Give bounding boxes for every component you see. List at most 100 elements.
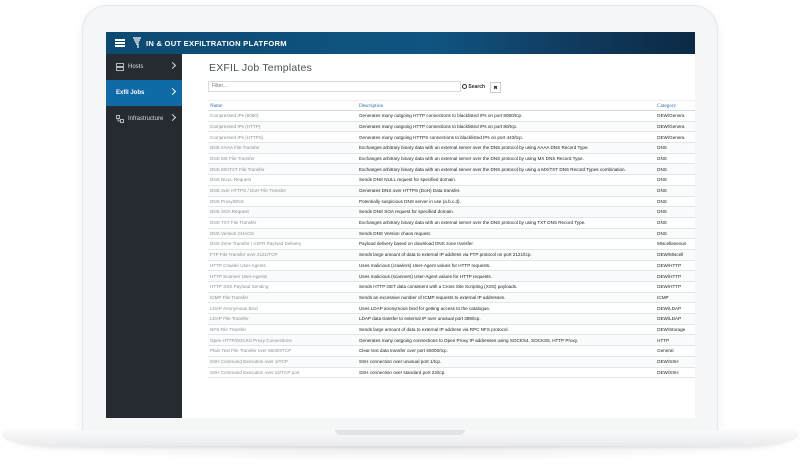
row-name-cell[interactable]: Compressed IPs (8080) <box>208 110 357 122</box>
row-description-cell: Generates DNS over HTTPS (DoH) Data tran… <box>356 185 656 197</box>
row-description-cell: Potentially suspicious DNS server in use… <box>356 196 656 208</box>
bookmark-button[interactable] <box>490 82 501 93</box>
table-row[interactable]: Open HTTP/SOCKS Proxy Connections Generat… <box>208 334 695 347</box>
laptop-notch <box>335 430 465 435</box>
row-description-cell: Uses malicious (scanners) User-Agent val… <box>356 270 656 282</box>
row-name-cell[interactable]: LDAP Anonymous Bind <box>208 302 357 315</box>
row-category-cell: DEW/Genera <box>655 121 695 133</box>
table-row[interactable]: DNS NULL Request Sends DNS NULL request f… <box>208 174 695 186</box>
row-category-cell: DEW/HTTP <box>655 281 695 293</box>
row-name-cell[interactable]: Compressed IPs (HTTP) <box>208 121 357 133</box>
row-name-cell[interactable]: DNS Proxy/DNS <box>208 196 357 208</box>
sidebar: Hosts Exfil Jobs Infrastructure <box>106 54 182 418</box>
row-name-cell[interactable]: DNS MX/TXT File Transfer <box>208 163 357 176</box>
search-button-label: Search <box>468 83 486 90</box>
row-category-cell: DNS <box>655 153 695 165</box>
row-name-cell[interactable]: Plain Text File Transfer over 65000/TCP <box>208 345 357 357</box>
sidebar-item-exfil-jobs[interactable]: Exfil Jobs <box>106 80 182 106</box>
row-description-cell: Generates many outgoing connections to O… <box>356 334 656 347</box>
row-category-cell: DEW/Genera <box>655 110 695 122</box>
sidebar-item-label: Hosts <box>128 64 144 70</box>
row-name-cell[interactable]: NFS File Transfer <box>208 324 357 336</box>
row-name-cell[interactable]: ICMP File Transfer <box>208 292 357 304</box>
row-description-cell: Generates many outgoing HTTP connections… <box>356 110 656 122</box>
column-header-name[interactable]: Name <box>208 100 357 111</box>
row-category-cell: DNS <box>655 163 695 176</box>
table-row[interactable]: DNS MX/TXT File Transfer Exchanges arbitr… <box>208 163 695 176</box>
main-content: EXFIL Job Templates Search Name Descript… <box>182 54 695 418</box>
row-name-cell[interactable]: DNS SOA Request <box>208 206 357 218</box>
row-name-cell[interactable]: Compressed IPs (HTTPS) <box>208 131 357 144</box>
table-row[interactable]: ICMP File Transfer Sends an excessive num… <box>208 292 695 304</box>
column-header-category[interactable]: Category <box>655 100 695 111</box>
row-category-cell: Miscellaneous <box>655 238 695 250</box>
sidebar-item-hosts[interactable]: Hosts <box>106 54 182 80</box>
search-button[interactable]: Search <box>459 81 488 92</box>
table-row[interactable]: FTP File Transfer over 2121/TCP Sends lar… <box>208 249 695 261</box>
table-row[interactable]: NFS File Transfer Sends large amount of d… <box>208 324 695 336</box>
row-description-cell: Generates many outgoing HTTP connections… <box>356 121 656 133</box>
search-icon <box>461 84 467 89</box>
table-row[interactable]: DNS AAAA File Transfer Exchanges arbitrar… <box>208 142 695 154</box>
row-category-cell: DEW/Genera <box>655 131 695 144</box>
job-templates-table: Name Description Category Compressed IPs… <box>208 100 695 379</box>
row-name-cell[interactable]: DNS TXT File Transfer <box>208 217 357 229</box>
table-row[interactable]: LDAP File Transfer LDAP data transfer to … <box>208 313 695 325</box>
table-row[interactable]: HTTP Crawler User-Agents Uses malicious (… <box>208 260 695 272</box>
table-body: Compressed IPs (8080) Generates many outg… <box>208 110 695 379</box>
row-name-cell[interactable]: SSH Command Execution over 1/TCP <box>208 356 357 368</box>
row-name-cell[interactable]: LDAP File Transfer <box>208 313 357 325</box>
table-row[interactable]: DNS Version CHAOS Sends DNS Version chaos… <box>208 228 695 240</box>
column-header-description[interactable]: Description <box>356 100 656 111</box>
row-category-cell: DNS <box>655 196 695 208</box>
row-category-cell: HTTP <box>655 334 695 347</box>
row-category-cell: DNS <box>655 185 695 197</box>
table-row[interactable]: Compressed IPs (HTTP) Generates many outg… <box>208 121 695 133</box>
table-row[interactable]: LDAP Anonymous Bind Uses LDAP anonymous b… <box>208 302 695 315</box>
row-description-cell: SSH connection over unusual port 1/tcp. <box>356 356 656 368</box>
sidebar-item-infrastructure[interactable]: Infrastructure <box>106 106 182 132</box>
filter-input[interactable] <box>208 81 461 92</box>
row-name-cell[interactable]: DNS NULL Request <box>208 174 357 186</box>
sidebar-item-label: Infrastructure <box>128 116 164 122</box>
row-description-cell: Sends DNS Version chaos request. <box>356 228 656 240</box>
table-row[interactable]: DNS Zone Transfer / AXFR Payload Deliver… <box>208 238 695 250</box>
table-row[interactable]: Compressed IPs (8080) Generates many outg… <box>208 110 695 122</box>
row-name-cell[interactable]: DNS MX File Transfer <box>208 153 357 165</box>
row-name-cell[interactable]: SSH Command Execution over 22/TCP port <box>208 367 357 379</box>
row-category-cell: DEW/SSH <box>655 367 695 379</box>
funnel-logo-icon <box>133 37 141 48</box>
row-description-cell: Generates many outgoing HTTPS connection… <box>356 131 656 144</box>
row-description-cell: Payload delivery based on download DNS z… <box>356 238 656 250</box>
table-row[interactable]: SSH Command Execution over 22/TCP port SS… <box>208 367 695 379</box>
row-category-cell: ICMP <box>655 292 695 304</box>
table-row[interactable]: SSH Command Execution over 1/TCP SSH conn… <box>208 356 695 368</box>
row-description-cell: Sends an excessive number of ICMP reques… <box>356 292 656 304</box>
row-description-cell: Sends large amount of data to external I… <box>356 249 656 261</box>
chevron-right-icon <box>168 61 177 70</box>
table-row[interactable]: DNS TXT File Transfer Exchanges arbitrary… <box>208 217 695 229</box>
row-description-cell: Exchanges arbitrary binary data with an … <box>356 153 656 165</box>
hamburger-menu-icon[interactable] <box>115 39 125 47</box>
row-name-cell[interactable]: DNS Version CHAOS <box>208 228 357 240</box>
row-name-cell[interactable]: HTTP XSS Payload Sending <box>208 281 357 293</box>
table-row[interactable]: DNS MX File Transfer Exchanges arbitrary … <box>208 153 695 165</box>
row-name-cell[interactable]: DNS Zone Transfer / AXFR Payload Deliver… <box>208 238 357 250</box>
table-row[interactable]: DNS over HTTPS / DoH File Transfer Genera… <box>208 185 695 197</box>
table-row[interactable]: Plain Text File Transfer over 65000/TCP C… <box>208 345 695 357</box>
row-name-cell[interactable]: HTTP Crawler User-Agents <box>208 260 357 272</box>
table-row[interactable]: DNS SOA Request Sends DNS SOA request for… <box>208 206 695 218</box>
row-description-cell: Exchanges arbitrary binary data with an … <box>356 142 656 154</box>
table-row[interactable]: Compressed IPs (HTTPS) Generates many out… <box>208 131 695 144</box>
row-description-cell: Clear text data transfer over port 65000… <box>356 345 656 357</box>
row-description-cell: LDAP data transfer to external IP over u… <box>356 313 656 325</box>
row-name-cell[interactable]: DNS over HTTPS / DoH File Transfer <box>208 185 357 197</box>
row-category-cell: DEW/LDAP <box>655 313 695 325</box>
row-name-cell[interactable]: HTTP Scanner User-Agents <box>208 270 357 282</box>
table-row[interactable]: HTTP Scanner User-Agents Uses malicious (… <box>208 270 695 282</box>
row-name-cell[interactable]: DNS AAAA File Transfer <box>208 142 357 154</box>
row-name-cell[interactable]: Open HTTP/SOCKS Proxy Connections <box>208 334 357 347</box>
table-row[interactable]: HTTP XSS Payload Sending Sends HTTP GET d… <box>208 281 695 293</box>
table-row[interactable]: DNS Proxy/DNS Potentially suspicious DNS … <box>208 196 695 208</box>
row-name-cell[interactable]: FTP File Transfer over 2121/TCP <box>208 249 357 261</box>
